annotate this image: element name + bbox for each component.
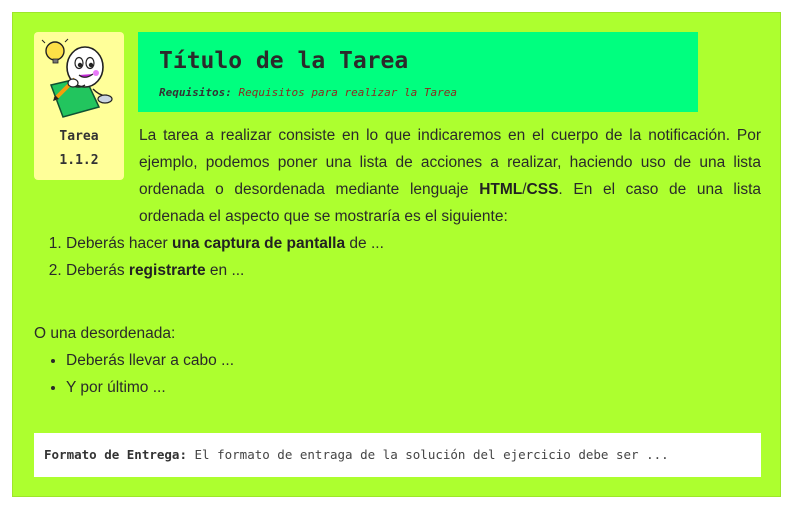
intro-html: HTML xyxy=(479,181,523,198)
delivery-box: Formato de Entrega: El formato de entrag… xyxy=(34,433,761,477)
list-item-prefix: Deberás hacer xyxy=(66,235,172,252)
list-item: Y por último ... xyxy=(66,374,761,401)
intro-css: CSS xyxy=(526,181,559,198)
delivery-text: El formato de entraga de la solución del… xyxy=(187,447,669,462)
list-item-prefix: Deberás xyxy=(66,262,129,279)
task-card: Tarea 1.1.2 Título de la Tarea Requisito… xyxy=(12,12,781,497)
list-item-bold: registrarte xyxy=(128,262,206,279)
list-item: Deberás registrarte en ... xyxy=(66,257,761,284)
requirements-line: Requisitos: Requisitos para realizar la … xyxy=(159,86,457,99)
delivery-label: Formato de Entrega: xyxy=(44,447,187,462)
page-title: Título de la Tarea xyxy=(159,48,409,74)
unordered-list: Deberás llevar a cabo ... Y por último .… xyxy=(34,347,761,401)
unordered-intro: O una desordenada: xyxy=(34,325,176,342)
list-item: Deberás hacer una captura de pantalla de… xyxy=(66,230,761,257)
task-header: Título de la Tarea Requisitos: Requisito… xyxy=(138,32,698,112)
requirements-value: Requisitos para realizar la Tarea xyxy=(238,86,458,99)
list-item-suffix: de ... xyxy=(345,235,384,252)
list-item-suffix: en ... xyxy=(205,262,245,279)
list-item: Deberás llevar a cabo ... xyxy=(66,347,761,374)
requirements-label: Requisitos: xyxy=(159,86,232,99)
student-writing-icon xyxy=(41,38,113,118)
list-item-bold: una captura de pantalla xyxy=(171,235,346,252)
intro-paragraph: La tarea a realizar consiste en lo que i… xyxy=(34,122,761,230)
task-body: La tarea a realizar consiste en lo que i… xyxy=(34,122,761,401)
ordered-list: Deberás hacer una captura de pantalla de… xyxy=(34,230,761,284)
